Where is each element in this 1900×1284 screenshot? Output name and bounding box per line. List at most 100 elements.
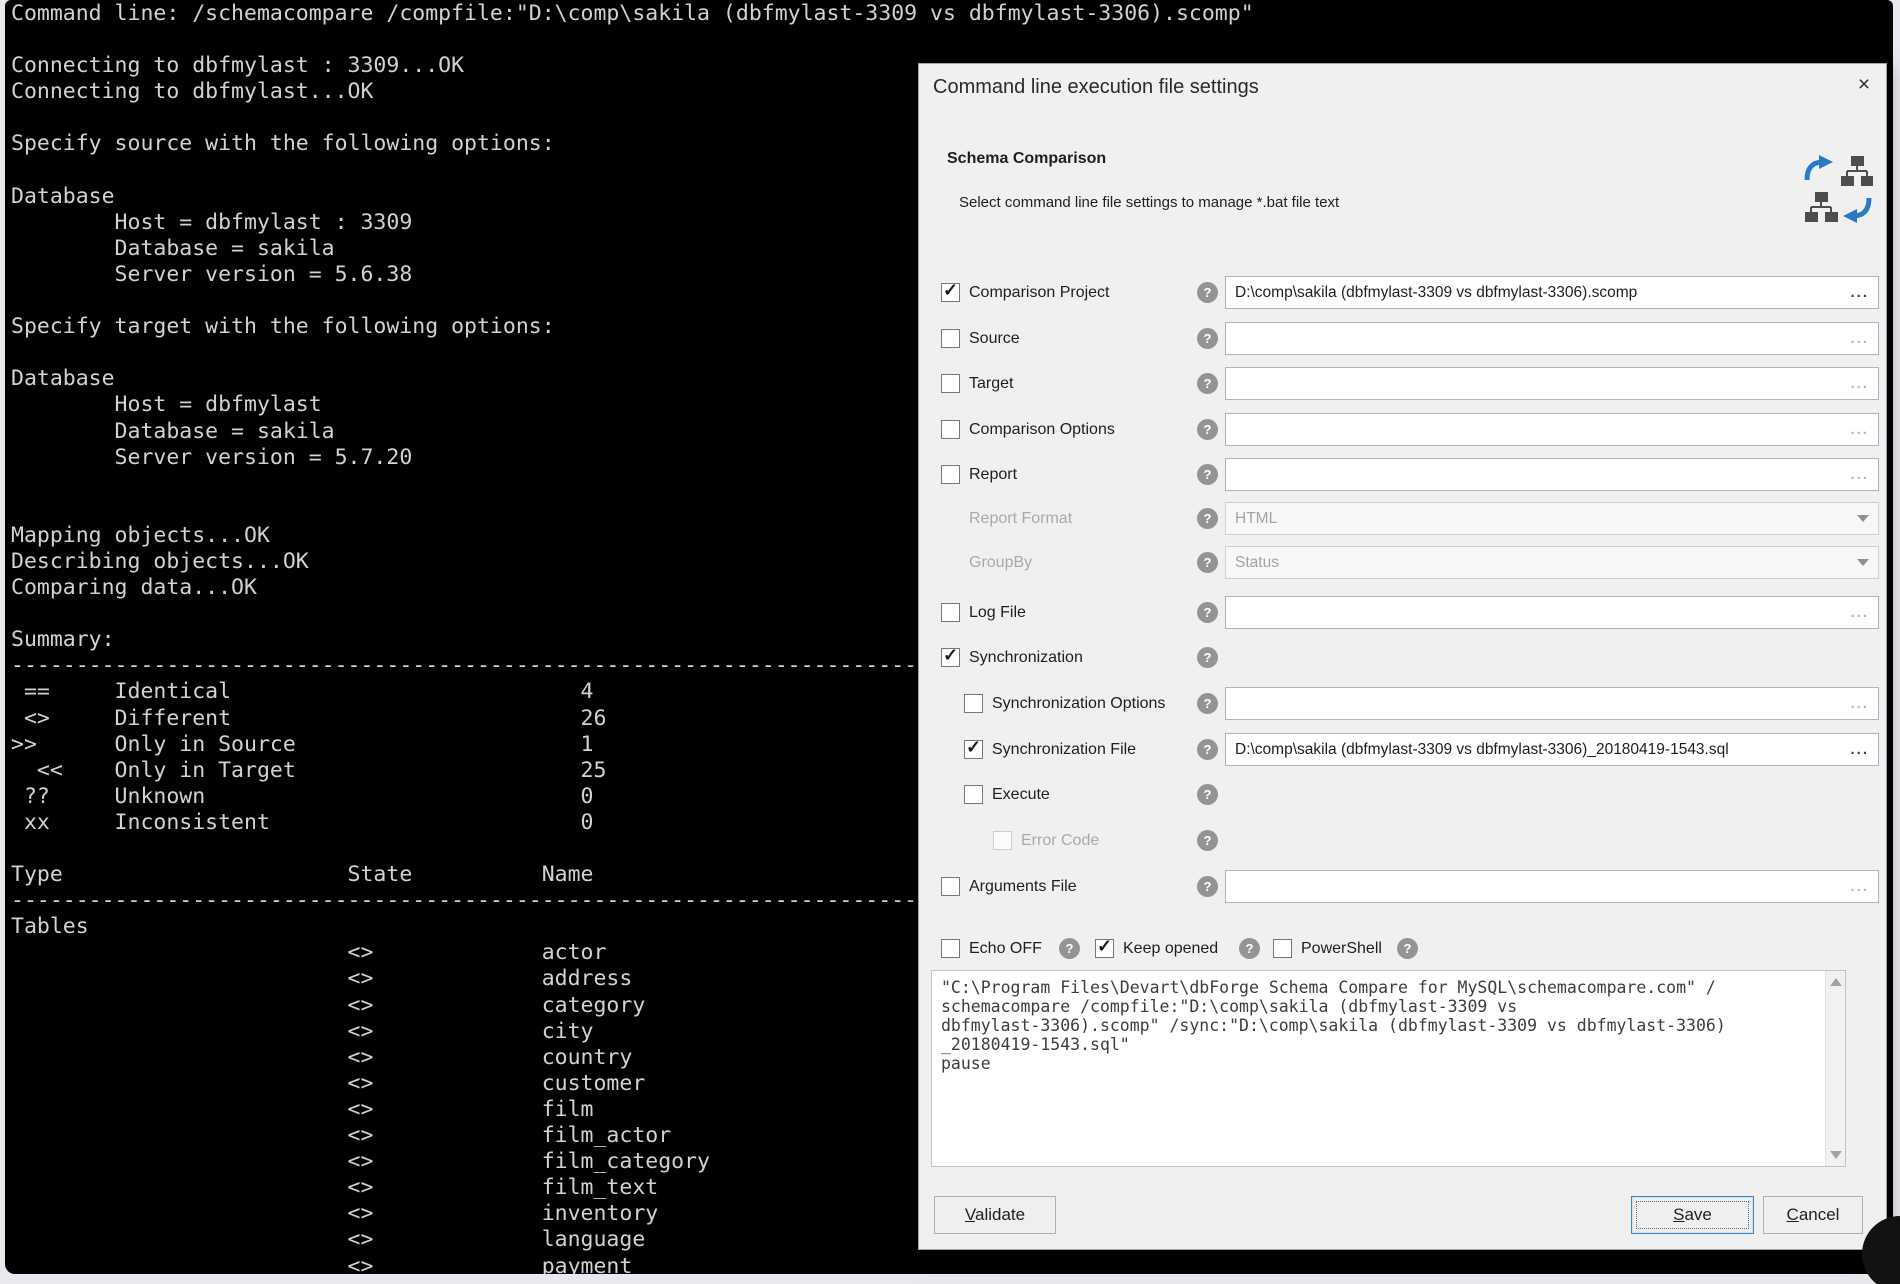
report-format-label: Report Format xyxy=(969,510,1072,528)
help-icon[interactable]: ? xyxy=(1197,876,1218,897)
synchronization-options-checkbox[interactable] xyxy=(964,694,983,713)
scrollbar[interactable] xyxy=(1825,971,1845,1166)
screenshot-frame: Command line: /schemacompare /compfile:"… xyxy=(0,0,1900,1284)
row-report: Report ? ... xyxy=(919,457,1886,493)
target-field[interactable]: ... xyxy=(1225,367,1879,400)
row-error-code: Error Code ? xyxy=(919,823,1886,859)
help-icon[interactable]: ? xyxy=(1197,464,1218,485)
comparison-options-field[interactable]: ... xyxy=(1225,413,1879,446)
hierarchy-icon xyxy=(1805,192,1838,222)
report-label: Report xyxy=(969,466,1017,484)
arguments-file-field[interactable]: ... xyxy=(1225,870,1879,903)
synchronization-options-field[interactable]: ... xyxy=(1225,687,1879,720)
help-icon[interactable]: ? xyxy=(1197,373,1218,394)
help-icon[interactable]: ? xyxy=(1197,739,1218,760)
keep-opened-checkbox[interactable] xyxy=(1095,939,1114,958)
schema-comparison-heading: Schema Comparison xyxy=(947,150,1106,168)
row-target: Target ? ... xyxy=(919,366,1886,402)
synchronization-label: Synchronization xyxy=(969,649,1083,667)
comparison-project-checkbox[interactable] xyxy=(941,283,960,302)
synchronization-file-checkbox[interactable] xyxy=(964,740,983,759)
bat-file-text-area[interactable]: "C:\Program Files\Devart\dbForge Schema … xyxy=(931,970,1846,1167)
help-icon[interactable]: ? xyxy=(1197,508,1218,529)
dialog-description: Select command line file settings to man… xyxy=(959,194,1339,211)
chevron-down-icon xyxy=(1857,515,1869,522)
validate-button[interactable]: Validate xyxy=(934,1196,1056,1234)
help-icon[interactable]: ? xyxy=(1197,602,1218,623)
help-icon[interactable]: ? xyxy=(1197,647,1218,668)
row-comparison-project: Comparison Project ? D:\comp\sakila (dbf… xyxy=(919,275,1886,311)
chevron-down-icon xyxy=(1857,559,1869,566)
command-line-settings-dialog: Command line execution file settings × S… xyxy=(918,63,1887,1250)
redo-arrow-icon xyxy=(1807,155,1833,180)
cancel-button[interactable]: Cancel xyxy=(1763,1196,1863,1234)
browse-button[interactable]: ... xyxy=(1850,334,1869,344)
help-icon[interactable]: ? xyxy=(1239,938,1260,959)
source-checkbox[interactable] xyxy=(941,329,960,348)
browse-button[interactable]: ... xyxy=(1850,745,1869,755)
hierarchy-icon xyxy=(1841,156,1873,186)
browse-button[interactable]: ... xyxy=(1850,425,1869,435)
comparison-options-checkbox[interactable] xyxy=(941,420,960,439)
browse-button[interactable]: ... xyxy=(1850,699,1869,709)
powershell-label: PowerShell xyxy=(1301,940,1382,958)
help-icon[interactable]: ? xyxy=(1197,282,1218,303)
scroll-down-icon[interactable] xyxy=(1830,1151,1842,1159)
log-file-field[interactable]: ... xyxy=(1225,596,1879,629)
help-icon[interactable]: ? xyxy=(1059,938,1080,959)
row-arguments-file: Arguments File ? ... xyxy=(919,869,1886,905)
dialog-title: Command line execution file settings xyxy=(933,76,1259,99)
help-icon[interactable]: ? xyxy=(1197,784,1218,805)
browse-button[interactable]: ... xyxy=(1850,608,1869,618)
log-file-label: Log File xyxy=(969,604,1026,622)
error-code-checkbox xyxy=(993,831,1012,850)
row-source: Source ? ... xyxy=(919,321,1886,357)
report-format-select: HTML xyxy=(1225,502,1879,535)
row-report-format: Report Format ? HTML xyxy=(919,501,1886,537)
row-comparison-options: Comparison Options ? ... xyxy=(919,412,1886,448)
row-synchronization-options: Synchronization Options ? ... xyxy=(919,686,1886,722)
synchronization-file-field[interactable]: D:\comp\sakila (dbfmylast-3309 vs dbfmyl… xyxy=(1225,733,1879,766)
groupby-label: GroupBy xyxy=(969,554,1032,572)
report-checkbox[interactable] xyxy=(941,465,960,484)
arguments-file-label: Arguments File xyxy=(969,878,1077,896)
synchronization-options-label: Synchronization Options xyxy=(992,695,1165,713)
row-execute: Execute ? xyxy=(919,777,1886,813)
comparison-project-label: Comparison Project xyxy=(969,284,1110,302)
groupby-select: Status xyxy=(1225,546,1879,579)
log-file-checkbox[interactable] xyxy=(941,603,960,622)
report-field[interactable]: ... xyxy=(1225,458,1879,491)
help-icon[interactable]: ? xyxy=(1197,693,1218,714)
target-label: Target xyxy=(969,375,1013,393)
row-groupby: GroupBy ? Status xyxy=(919,545,1886,581)
arguments-file-checkbox[interactable] xyxy=(941,877,960,896)
synchronization-checkbox[interactable] xyxy=(941,648,960,667)
powershell-checkbox[interactable] xyxy=(1273,939,1292,958)
help-icon[interactable]: ? xyxy=(1397,938,1418,959)
comparison-options-label: Comparison Options xyxy=(969,421,1115,439)
close-icon[interactable]: × xyxy=(1849,70,1879,100)
schema-compare-icon xyxy=(1803,154,1873,224)
help-icon[interactable]: ? xyxy=(1197,328,1218,349)
echo-off-label: Echo OFF xyxy=(969,940,1042,958)
row-synchronization-file: Synchronization File ? D:\comp\sakila (d… xyxy=(919,732,1886,768)
comparison-project-field[interactable]: D:\comp\sakila (dbfmylast-3309 vs dbfmyl… xyxy=(1225,276,1879,309)
target-checkbox[interactable] xyxy=(941,374,960,393)
browse-button[interactable]: ... xyxy=(1850,379,1869,389)
echo-off-checkbox[interactable] xyxy=(941,939,960,958)
source-field[interactable]: ... xyxy=(1225,322,1879,355)
browse-button[interactable]: ... xyxy=(1850,882,1869,892)
row-synchronization: Synchronization ? xyxy=(919,640,1886,676)
help-icon[interactable]: ? xyxy=(1197,419,1218,440)
scroll-up-icon[interactable] xyxy=(1830,978,1842,986)
browse-button[interactable]: ... xyxy=(1850,470,1869,480)
keep-opened-label: Keep opened xyxy=(1123,940,1218,958)
execute-checkbox[interactable] xyxy=(964,785,983,804)
help-icon[interactable]: ? xyxy=(1197,830,1218,851)
help-icon[interactable]: ? xyxy=(1197,552,1218,573)
bat-file-text: "C:\Program Files\Devart\dbForge Schema … xyxy=(941,978,1819,1073)
source-label: Source xyxy=(969,330,1020,348)
error-code-label: Error Code xyxy=(1021,832,1099,850)
save-button[interactable]: Save xyxy=(1631,1196,1754,1234)
browse-button[interactable]: ... xyxy=(1850,288,1869,298)
